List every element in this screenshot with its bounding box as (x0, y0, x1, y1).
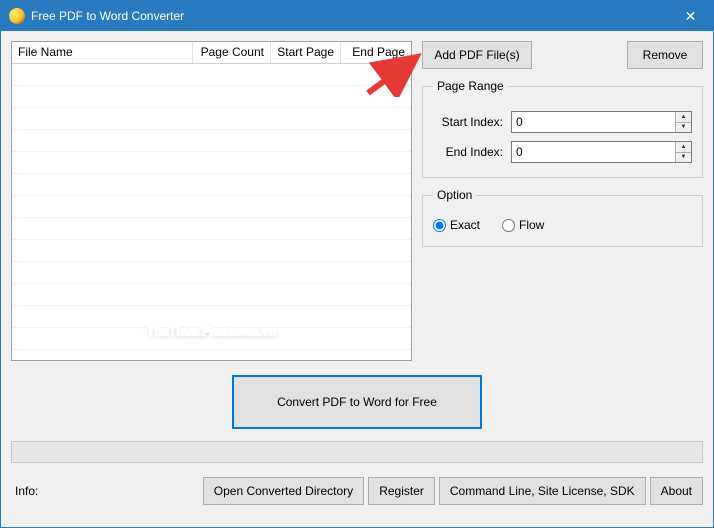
col-header-pagecount[interactable]: Page Count (193, 42, 271, 63)
close-button[interactable]: ✕ (668, 1, 713, 31)
option-legend: Option (433, 188, 476, 202)
end-index-input[interactable] (512, 142, 675, 162)
start-index-label: Start Index: (433, 115, 503, 129)
about-button[interactable]: About (650, 477, 703, 505)
end-index-up[interactable]: ▲ (676, 142, 691, 153)
watermark-part2: PhanMem.vn (202, 324, 276, 338)
col-header-startpage[interactable]: Start Page (271, 42, 341, 63)
col-header-filename[interactable]: File Name (12, 42, 193, 63)
grid-rows[interactable]: ThuThuatPhanMem.vn (12, 64, 411, 360)
start-index-input[interactable] (512, 112, 675, 132)
register-button[interactable]: Register (368, 477, 435, 505)
window-title: Free PDF to Word Converter (31, 9, 668, 23)
option-group: Option Exact Flow (422, 188, 703, 247)
end-index-label: End Index: (433, 145, 503, 159)
side-top-buttons: Add PDF File(s) Remove (422, 41, 703, 69)
convert-row: Convert PDF to Word for Free (11, 369, 703, 431)
info-bar (11, 441, 703, 463)
start-index-spinner[interactable]: ▲ ▼ (511, 111, 692, 133)
start-index-up[interactable]: ▲ (676, 112, 691, 123)
end-index-spinner[interactable]: ▲ ▼ (511, 141, 692, 163)
start-index-row: Start Index: ▲ ▼ (433, 111, 692, 133)
start-index-down[interactable]: ▼ (676, 123, 691, 133)
side-panel: Add PDF File(s) Remove Page Range Start … (422, 41, 703, 361)
open-converted-dir-button[interactable]: Open Converted Directory (203, 477, 364, 505)
page-range-group: Page Range Start Index: ▲ ▼ End Index: (422, 79, 703, 178)
flow-radio[interactable] (502, 219, 515, 232)
top-row: File Name Page Count Start Page End Page… (11, 41, 703, 361)
flow-label: Flow (519, 218, 544, 232)
add-pdf-button[interactable]: Add PDF File(s) (422, 41, 532, 69)
end-index-spin-buttons: ▲ ▼ (675, 142, 691, 162)
bottom-row: Info: Open Converted Directory Register … (11, 471, 703, 505)
end-index-down[interactable]: ▼ (676, 153, 691, 163)
file-grid[interactable]: File Name Page Count Start Page End Page… (11, 41, 412, 361)
window-body: File Name Page Count Start Page End Page… (1, 31, 713, 527)
remove-button[interactable]: Remove (627, 41, 703, 69)
option-row: Exact Flow (433, 218, 692, 232)
exact-label: Exact (450, 218, 480, 232)
info-label: Info: (11, 484, 38, 498)
watermark: ThuThuatPhanMem.vn (147, 311, 276, 342)
exact-radio[interactable] (433, 219, 446, 232)
exact-radio-wrap[interactable]: Exact (433, 218, 480, 232)
app-window: Free PDF to Word Converter ✕ File Name P… (0, 0, 714, 528)
watermark-part1: ThuThuat (147, 324, 202, 338)
start-index-spin-buttons: ▲ ▼ (675, 112, 691, 132)
grid-header: File Name Page Count Start Page End Page (12, 42, 411, 64)
cmdline-button[interactable]: Command Line, Site License, SDK (439, 477, 646, 505)
col-header-endpage[interactable]: End Page (341, 42, 411, 63)
page-range-legend: Page Range (433, 79, 508, 93)
flow-radio-wrap[interactable]: Flow (502, 218, 544, 232)
titlebar: Free PDF to Word Converter ✕ (1, 1, 713, 31)
end-index-row: End Index: ▲ ▼ (433, 141, 692, 163)
app-icon (9, 8, 25, 24)
convert-button[interactable]: Convert PDF to Word for Free (232, 375, 482, 429)
